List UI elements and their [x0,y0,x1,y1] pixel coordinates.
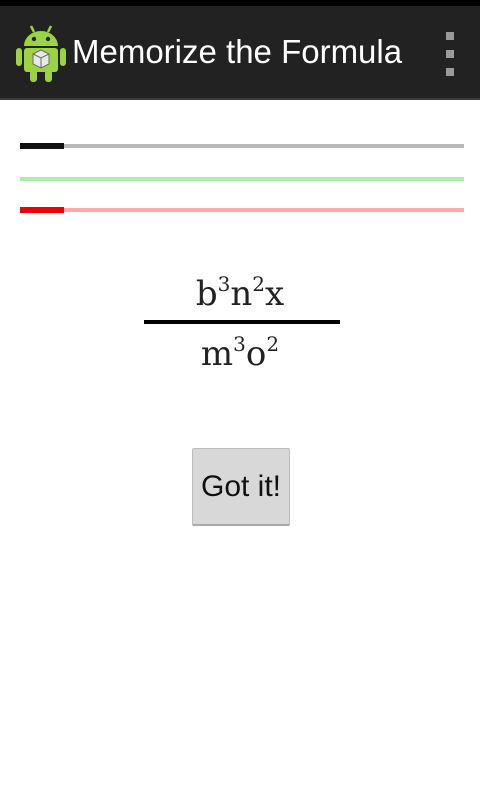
term: b3 [195,272,231,314]
overflow-menu-icon[interactable] [436,26,464,82]
term: x [264,274,285,314]
progress-bar-green [20,174,464,184]
progress-fill [20,207,65,213]
term: m3 [200,332,246,374]
progress-track [20,144,464,148]
progress-fill [20,143,65,149]
term: o2 [245,332,280,374]
progress-track [20,208,464,212]
progress-bar-red [20,205,464,215]
term: n2 [230,272,265,314]
progress-track [20,177,464,181]
progress-bar-black [20,141,464,151]
app-title: Memorize the Formula [72,33,403,70]
formula-numerator: b3n2x [0,274,480,314]
fraction-bar [144,320,340,324]
action-bar: Memorize the Formula [0,6,480,100]
android-robot-icon[interactable] [16,20,66,84]
formula-denominator: m3o2 [0,334,480,374]
formula-display: b3n2x m3o2 [0,262,480,382]
app-screen: Memorize the Formula b3n2x m3o2 Got it! [0,0,480,800]
got-it-button[interactable]: Got it! [192,448,290,526]
